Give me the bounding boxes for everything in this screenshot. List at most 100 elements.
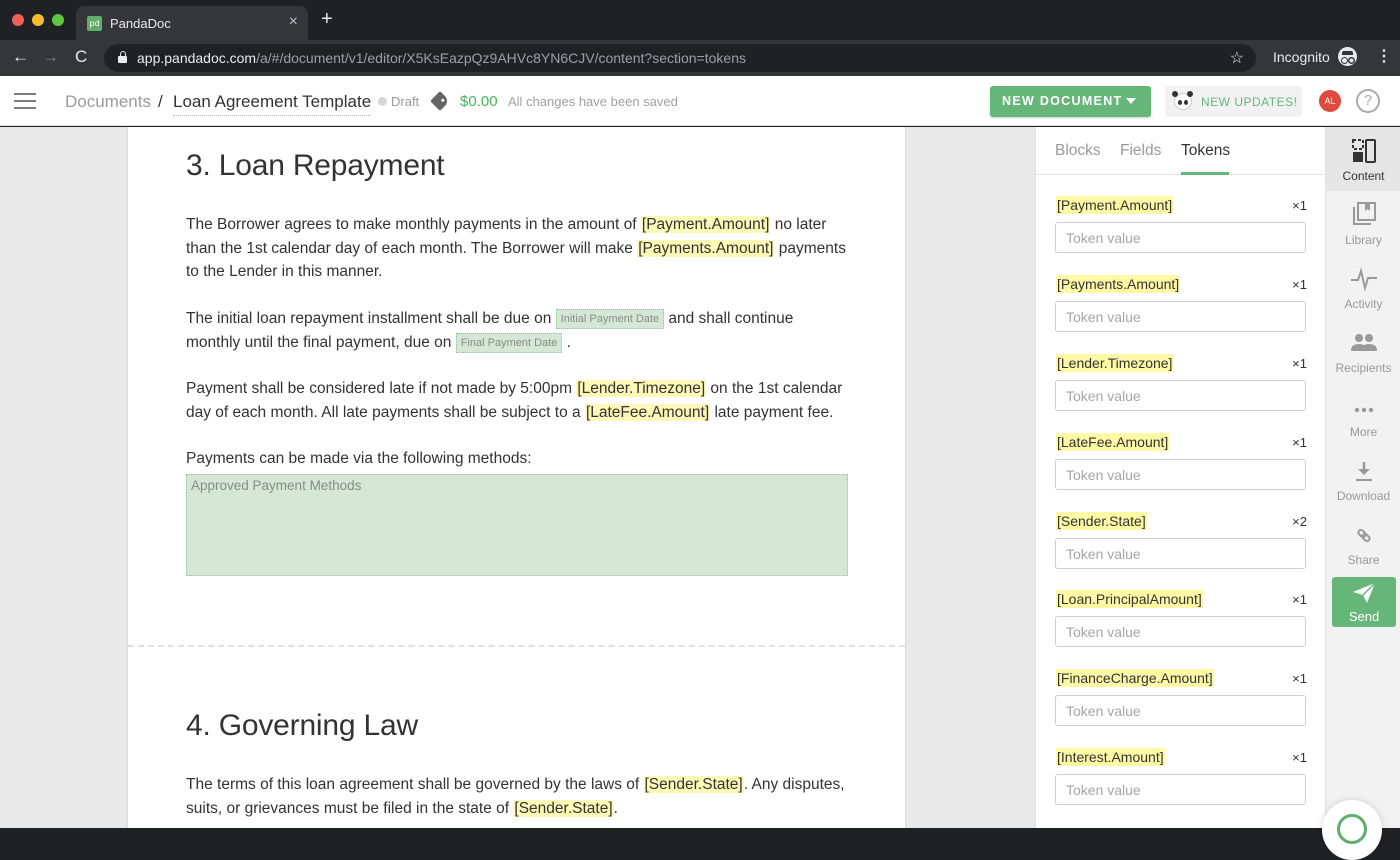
content-icon <box>1352 139 1376 163</box>
window-maximize-button[interactable] <box>52 14 64 26</box>
breadcrumb-documents[interactable]: Documents <box>65 92 151 112</box>
paragraph[interactable]: Payments can be made via the following m… <box>186 447 851 471</box>
browser-menu-icon[interactable]: ⋮ <box>1376 49 1392 65</box>
rail-label: Library <box>1345 233 1382 247</box>
token-name: [Lender.Timezone] <box>1056 354 1174 372</box>
section-heading[interactable]: 4. Governing Law <box>186 709 418 743</box>
token-name: [Interest.Amount] <box>1056 748 1165 766</box>
rail-item-content[interactable]: Content <box>1326 127 1400 191</box>
paragraph[interactable]: The initial loan repayment installment s… <box>186 307 851 354</box>
rail-item-library[interactable]: Library <box>1326 191 1400 255</box>
browser-toolbar: ← → C app.pandadoc.com/a/#/document/v1/e… <box>0 40 1400 76</box>
document-price[interactable]: $0.00 <box>460 93 498 110</box>
token-item: [Sender.State] ×2 <box>1055 512 1307 591</box>
price-tag-icon[interactable] <box>430 91 450 111</box>
section-heading[interactable]: 3. Loan Repayment <box>186 149 445 183</box>
token-payments-amount[interactable]: [Payments.Amount] <box>637 239 775 257</box>
address-bar[interactable]: app.pandadoc.com/a/#/document/v1/editor/… <box>104 44 1256 72</box>
tab-title: PandaDoc <box>110 16 171 31</box>
token-item: [Lender.Timezone] ×1 <box>1055 354 1307 433</box>
page-break-divider <box>128 645 905 647</box>
token-value-input[interactable] <box>1055 301 1306 332</box>
window-close-button[interactable] <box>12 14 24 26</box>
token-value-input[interactable] <box>1055 538 1306 569</box>
more-icon <box>1354 407 1374 413</box>
paper-plane-icon <box>1353 582 1376 603</box>
token-lender-timezone[interactable]: [Lender.Timezone] <box>576 380 707 397</box>
share-link-icon <box>1357 528 1371 543</box>
new-tab-button[interactable]: + <box>321 9 333 29</box>
token-value-input[interactable] <box>1055 695 1306 726</box>
token-name: [Payment.Amount] <box>1056 196 1174 214</box>
token-latefee-amount[interactable]: [LateFee.Amount] <box>584 403 711 421</box>
token-payment-amount[interactable]: [Payment.Amount] <box>640 216 771 233</box>
window-minimize-button[interactable] <box>32 14 44 26</box>
status-dot-icon <box>378 97 387 106</box>
paragraph[interactable]: The Borrower agrees to make monthly paym… <box>186 213 851 284</box>
token-value-input[interactable] <box>1055 616 1306 647</box>
status-badge: Draft <box>391 94 420 109</box>
panel-tabs: Blocks Fields Tokens <box>1036 127 1325 175</box>
rail-item-share[interactable]: Share <box>1326 511 1400 575</box>
payment-methods-field[interactable]: Approved Payment Methods <box>186 474 848 576</box>
browser-tab[interactable]: pd PandaDoc × <box>76 6 308 40</box>
back-arrow-icon[interactable]: ← <box>12 46 29 68</box>
right-rail: Content Library Activity Recipients More <box>1325 127 1400 828</box>
token-value-input[interactable] <box>1055 774 1306 805</box>
paragraph[interactable]: Payment shall be considered late if not … <box>186 377 851 424</box>
date-field-final-payment[interactable]: Final Payment Date <box>455 332 563 353</box>
lock-icon <box>118 51 127 63</box>
breadcrumb-separator: / <box>158 92 163 111</box>
reload-icon[interactable]: C <box>75 46 87 68</box>
incognito-icon <box>1338 47 1357 66</box>
tab-tokens[interactable]: Tokens <box>1181 142 1230 160</box>
tab-fields[interactable]: Fields <box>1120 142 1161 160</box>
rail-item-recipients[interactable]: Recipients <box>1326 319 1400 383</box>
token-count: ×1 <box>1292 592 1307 607</box>
support-chat-icon[interactable] <box>1322 800 1382 860</box>
paragraph[interactable]: The terms of this loan agreement shall b… <box>186 773 851 820</box>
tab-close-icon[interactable]: × <box>289 13 298 31</box>
document-title[interactable]: Loan Agreement Template <box>173 92 372 116</box>
token-value-input[interactable] <box>1055 380 1306 411</box>
rail-label: Recipients <box>1335 361 1392 375</box>
token-count: ×1 <box>1292 435 1307 450</box>
send-label: Send <box>1348 609 1380 624</box>
document-page: 3. Loan Repayment The Borrower agrees to… <box>127 127 906 828</box>
rail-item-download[interactable]: Download <box>1326 447 1400 511</box>
token-sender-state[interactable]: [Sender.State] <box>513 799 614 817</box>
token-count: ×1 <box>1292 198 1307 213</box>
download-icon <box>1356 462 1372 481</box>
tab-blocks[interactable]: Blocks <box>1055 142 1101 160</box>
help-icon[interactable]: ? <box>1356 89 1380 113</box>
panda-icon <box>1172 91 1192 110</box>
active-tab-indicator <box>1181 172 1229 175</box>
avatar[interactable]: AL <box>1319 90 1341 112</box>
token-item: [Interest.Amount] ×1 <box>1055 748 1307 827</box>
forward-arrow-icon[interactable]: → <box>42 46 59 68</box>
token-sender-state[interactable]: [Sender.State] <box>643 776 744 793</box>
hamburger-menu-icon[interactable] <box>14 93 36 109</box>
save-status: All changes have been saved <box>508 94 678 109</box>
tokens-panel: Blocks Fields Tokens [Payment.Amount] ×1… <box>1035 127 1325 828</box>
new-document-button[interactable]: NEW DOCUMENT <box>990 86 1151 117</box>
new-updates-button[interactable]: NEW UPDATES! <box>1165 86 1302 117</box>
bookmark-star-icon[interactable]: ☆ <box>1230 48 1244 68</box>
send-button[interactable]: Send <box>1332 577 1396 627</box>
app-header: Documents / Loan Agreement Template Draf… <box>0 76 1400 126</box>
token-item: [Payments.Amount] ×1 <box>1055 275 1307 354</box>
new-document-label: NEW DOCUMENT <box>1002 94 1123 108</box>
url-text[interactable]: app.pandadoc.com/a/#/document/v1/editor/… <box>137 50 746 66</box>
token-name: [Sender.State] <box>1056 512 1147 530</box>
activity-icon <box>1351 267 1377 292</box>
token-item: [LateFee.Amount] ×1 <box>1055 433 1307 512</box>
token-value-input[interactable] <box>1055 459 1306 490</box>
token-name: [Payments.Amount] <box>1056 275 1181 293</box>
rail-item-activity[interactable]: Activity <box>1326 255 1400 319</box>
rail-item-more[interactable]: More <box>1326 383 1400 447</box>
date-field-initial-payment[interactable]: Initial Payment Date <box>555 309 665 329</box>
token-value-input[interactable] <box>1055 222 1306 253</box>
library-icon <box>1353 202 1376 225</box>
browser-tab-bar: pd PandaDoc × + <box>0 0 1400 40</box>
token-count: ×1 <box>1292 750 1307 765</box>
